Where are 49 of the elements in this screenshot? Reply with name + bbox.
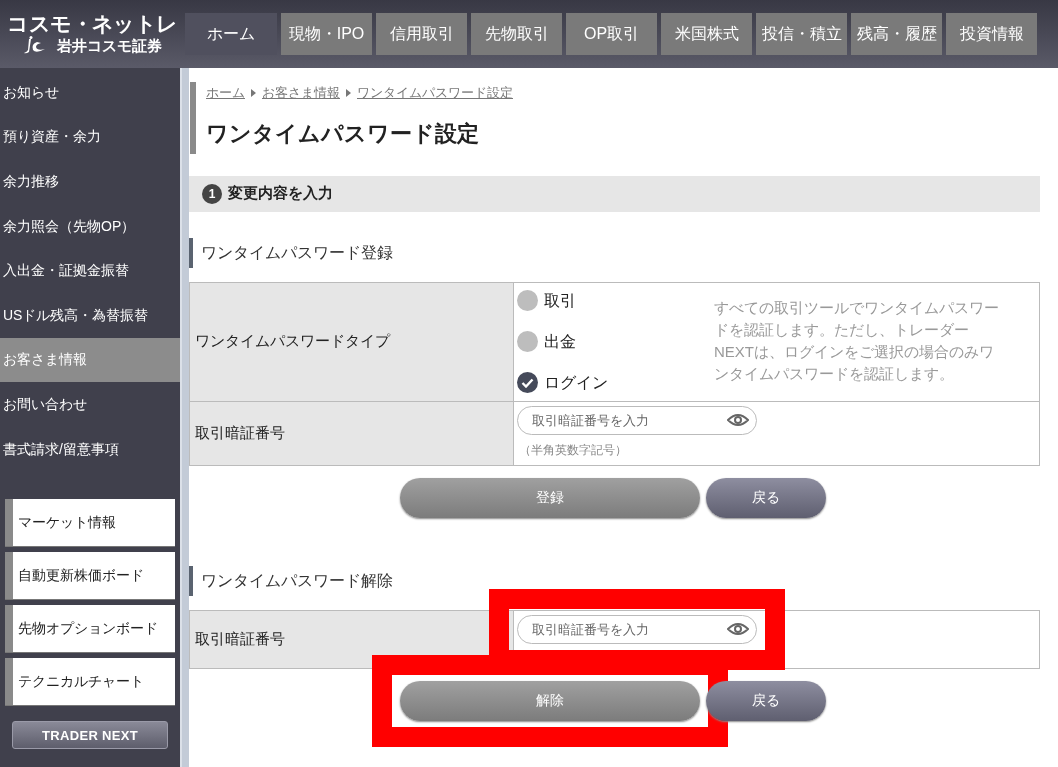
eye-icon[interactable] (727, 413, 749, 427)
submit-button[interactable]: 登録 (400, 477, 700, 518)
hint-text: （半角英数字記号） (518, 441, 628, 459)
eye-icon[interactable] (727, 622, 749, 636)
page-title: ワンタイムパスワード設定 (206, 119, 480, 148)
sidebar-item[interactable]: 書式請求/留意事項 (0, 426, 180, 472)
note-text: すべての取引ツールでワンタイムパスワードを認証します。ただし、トレーダーNEXTは、ログインをご選択の場合のみワンタイムパスワードを認証します。 (714, 297, 1000, 384)
row-label: 取引暗証番号 (190, 401, 514, 465)
tool-link[interactable]: テクニカルチャート (5, 658, 175, 706)
tool-link[interactable]: 自動更新株価ボード (5, 552, 175, 600)
section-heading: ワンタイムパスワード解除 (189, 565, 1040, 596)
sidebar-item[interactable]: お知らせ (0, 70, 180, 115)
radio-option[interactable]: ログイン (517, 370, 714, 395)
nav-tab[interactable]: 信用取引 (376, 13, 467, 55)
nav-tab[interactable]: 残高・履歴 (851, 13, 942, 55)
sidebar-item[interactable]: 入出金・証拠金振替 (0, 248, 180, 293)
radio-option[interactable]: 取引 (517, 288, 714, 313)
tool-link[interactable]: マーケット情報 (5, 499, 175, 547)
sidebar-item[interactable]: USドル残高・為替振替 (0, 292, 180, 338)
breadcrumb-arrow-icon (346, 88, 351, 97)
back-button[interactable]: 戻る (706, 477, 826, 518)
nav-tab[interactable]: 投信・積立 (756, 13, 847, 55)
breadcrumb-link[interactable]: ワンタイムパスワード設定 (357, 83, 513, 103)
logo-text: コスモ・ネットレ (7, 12, 178, 34)
password-field[interactable]: 取引暗証番号を入力 (517, 405, 757, 435)
sidebar-item[interactable]: お客さま情報 (0, 337, 180, 383)
tool-link[interactable]: 先物オプションボード (5, 605, 175, 653)
password-field[interactable]: 取引暗証番号を入力 (517, 614, 757, 644)
back-button[interactable]: 戻る (706, 680, 826, 721)
nav-tab[interactable]: 現物・IPO (281, 13, 372, 55)
trader-next-button[interactable]: TRADER NEXT (12, 721, 168, 750)
nav-tab[interactable]: OP取引 (566, 13, 657, 55)
step-label: 変更内容を入力 (228, 183, 333, 204)
company-name: 岩井コスモ証券 (57, 38, 162, 53)
breadcrumb-link[interactable]: お客さま情報 (262, 83, 340, 103)
submit-button[interactable]: 解除 (400, 680, 700, 721)
step-number: 1 (202, 183, 222, 204)
sidebar-item[interactable]: 預り資産・余力 (0, 114, 180, 160)
nav-tab[interactable]: 米国株式 (661, 13, 752, 55)
row-label: ワンタイムパスワードタイプ (190, 282, 514, 401)
section-heading: ワンタイムパスワード登録 (189, 237, 1040, 268)
breadcrumb-arrow-icon (251, 88, 256, 97)
nav-tab[interactable]: 先物取引 (471, 13, 562, 55)
nav-tab[interactable]: 投資情報 (946, 13, 1037, 55)
breadcrumb-link[interactable]: ホーム (206, 83, 245, 103)
sidebar-item[interactable]: 余力推移 (0, 159, 180, 204)
sidebar-item[interactable]: 余力照会（先物OP） (0, 203, 180, 249)
radio-option[interactable]: 出金 (517, 329, 714, 354)
sidebar-item[interactable]: お問い合わせ (0, 382, 180, 427)
